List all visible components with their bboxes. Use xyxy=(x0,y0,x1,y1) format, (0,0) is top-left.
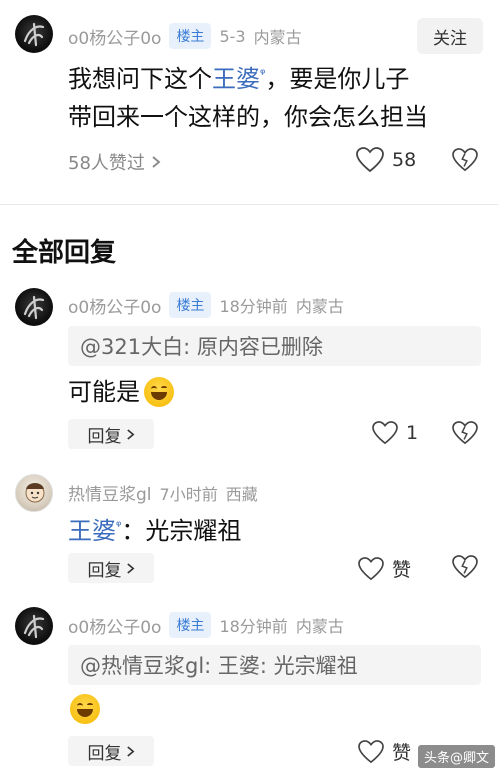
reply1-reply-button[interactable]: 回复 xyxy=(68,419,154,449)
chevron-right-icon xyxy=(126,562,134,574)
calligraphy-logo-icon xyxy=(23,614,45,639)
reply2-author[interactable]: 热情豆浆gl xyxy=(68,480,152,505)
reply1-time: 18分钟前 xyxy=(219,297,288,316)
reply3-op-badge: 楼主 xyxy=(169,612,212,638)
reply3-like-label: 赞 xyxy=(392,742,412,764)
calligraphy-logo-icon xyxy=(23,22,45,47)
reply3-author[interactable]: o0杨公子0o xyxy=(68,613,161,638)
reply2-like-button[interactable]: 赞 xyxy=(358,555,411,582)
reply1-dislike-button[interactable] xyxy=(452,421,478,449)
calligraphy-logo-icon xyxy=(23,295,45,320)
reply3-meta: o0杨公子0o 楼主 18分钟前 内蒙古 xyxy=(68,612,344,638)
reply3-reply-button[interactable]: 回复 xyxy=(68,736,154,766)
reply2-reply-button[interactable]: 回复 xyxy=(68,553,154,583)
reply3-avatar[interactable] xyxy=(15,607,53,645)
chevron-right-icon xyxy=(126,745,134,757)
wangpo-link[interactable]: 王婆 xyxy=(68,517,116,545)
all-replies-title: 全部回复 xyxy=(12,238,117,268)
post-author[interactable]: o0杨公子0o xyxy=(68,24,161,49)
op-avatar[interactable] xyxy=(15,15,53,53)
broken-heart-icon xyxy=(452,148,478,172)
reply1-body: 可能是 xyxy=(68,373,174,411)
reply1-meta: o0杨公子0o 楼主 18分钟前 内蒙古 xyxy=(68,292,344,318)
post-line-2: 带回来一个这样的，你会怎么担当 xyxy=(68,103,428,131)
reply2-time: 7小时前 xyxy=(159,484,218,504)
chevron-right-icon xyxy=(152,156,161,168)
laughing-emoji-icon xyxy=(70,694,100,724)
op-badge: 楼主 xyxy=(169,23,212,49)
laughing-emoji-icon xyxy=(144,377,174,407)
reply3-body xyxy=(70,694,100,724)
reply3-time: 18分钟前 xyxy=(219,617,288,636)
reply2-body: 王婆ᵠ：光宗耀祖 xyxy=(68,517,242,545)
heart-outline-icon xyxy=(358,556,384,580)
reply2-location: 西藏 xyxy=(225,484,258,504)
heart-outline-icon xyxy=(372,421,398,445)
reply1-quote[interactable]: @321大白: 原内容已删除 xyxy=(68,326,481,366)
reply2-meta: 热情豆浆gl 7小时前 西藏 xyxy=(68,480,258,506)
reply1-location: 内蒙古 xyxy=(295,297,344,316)
post-body: 我想问下这个王婆ᵠ，要是你儿子 带回来一个这样的，你会怎么担当 xyxy=(68,56,488,136)
wangpo-link[interactable]: 王婆 xyxy=(212,65,260,93)
reply1-like-count: 1 xyxy=(406,422,419,444)
reply3-like-button[interactable]: 赞 xyxy=(358,738,411,765)
post-like-button[interactable]: 58 xyxy=(356,147,416,173)
post-date: 5-3 xyxy=(219,26,246,46)
broken-heart-icon xyxy=(452,555,478,579)
reply1-op-badge: 楼主 xyxy=(169,292,212,318)
section-divider xyxy=(0,204,498,205)
cartoon-face-icon xyxy=(25,483,45,503)
post-like-count: 58 xyxy=(392,149,417,171)
broken-heart-icon xyxy=(452,421,478,445)
reply3-location: 内蒙古 xyxy=(295,617,344,636)
post-line-1: 我想问下这个王婆ᵠ，要是你儿子 xyxy=(68,65,410,93)
post-dislike-button[interactable] xyxy=(452,148,478,176)
chevron-right-icon xyxy=(126,428,134,440)
post-meta: o0杨公子0o 楼主 5-3 内蒙古 xyxy=(68,23,302,49)
toutiao-watermark: 头条@卿文 xyxy=(418,745,496,768)
reply3-quote[interactable]: @热情豆浆gl: 王婆: 光宗耀祖 xyxy=(68,645,481,685)
reply1-like-button[interactable]: 1 xyxy=(372,421,418,445)
reply2-avatar[interactable] xyxy=(15,474,53,512)
heart-outline-icon xyxy=(356,147,384,173)
likes-summary[interactable]: 58人赞过 xyxy=(68,149,161,175)
reply2-like-label: 赞 xyxy=(392,559,412,581)
heart-outline-icon xyxy=(358,739,384,763)
post-location: 内蒙古 xyxy=(253,28,302,47)
reply2-dislike-button[interactable] xyxy=(452,555,478,583)
follow-button[interactable]: 关注 xyxy=(417,18,483,54)
reply1-avatar[interactable] xyxy=(15,288,53,326)
reply1-author[interactable]: o0杨公子0o xyxy=(68,293,161,318)
